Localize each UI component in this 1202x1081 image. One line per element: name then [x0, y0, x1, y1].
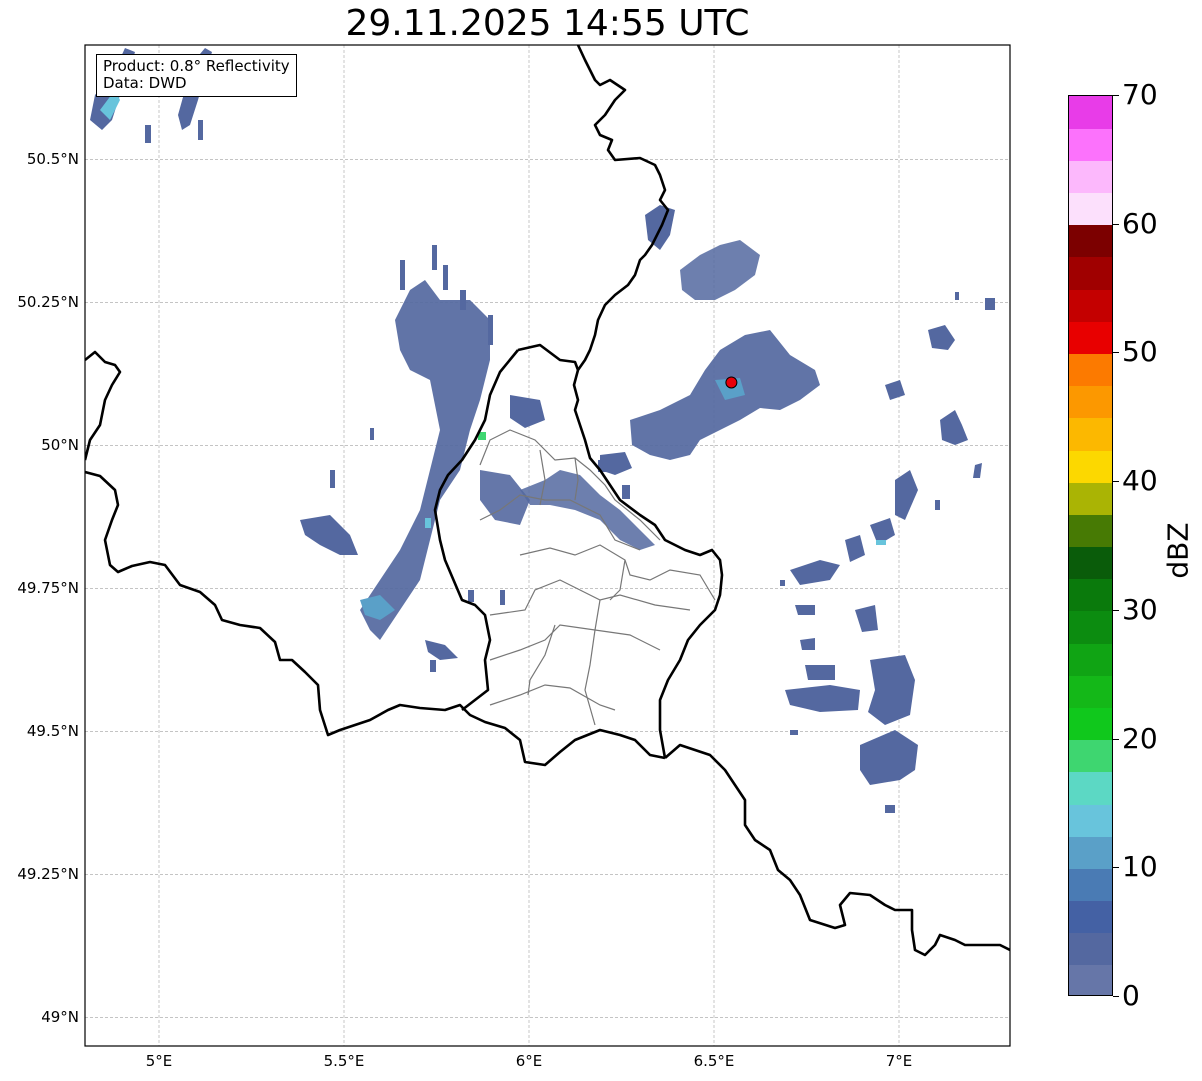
colorbar-segment — [1069, 900, 1112, 934]
colorbar-tick-label: 70 — [1122, 78, 1158, 111]
colorbar-tick-label: 40 — [1122, 464, 1158, 498]
colorbar-segment — [1069, 385, 1112, 419]
colorbar-segment — [1069, 610, 1112, 644]
colorbar-segment — [1069, 836, 1112, 869]
colorbar-segment — [1069, 803, 1112, 837]
colorbar-segment — [1069, 224, 1112, 258]
colorbar-segment — [1069, 739, 1112, 773]
lat-tick-label: 50.5°N — [26, 150, 79, 169]
colorbar-tick-label: 0 — [1122, 979, 1140, 1012]
lon-tick-label: 7°E — [885, 1052, 913, 1070]
lat-tick-label: 49.75°N — [17, 579, 79, 598]
colorbar-segment — [1069, 643, 1112, 676]
colorbar-segment — [1069, 256, 1112, 290]
colorbar-segment — [1069, 546, 1112, 580]
colorbar-segment — [1069, 964, 1112, 995]
colorbar-segment — [1069, 321, 1112, 355]
radar-site-marker[interactable] — [725, 376, 738, 389]
colorbar-tick — [1113, 352, 1119, 354]
lon-tick-label: 6.5°E — [693, 1052, 735, 1070]
product-label: Product: 0.8° Reflectivity — [103, 57, 290, 75]
data-source-label: Data: DWD — [103, 74, 187, 92]
colorbar-segment — [1069, 514, 1112, 548]
colorbar-segment — [1069, 128, 1112, 161]
colorbar-segment — [1069, 932, 1112, 966]
colorbar-tick — [1113, 996, 1119, 997]
lat-tick-label: 50.25°N — [17, 293, 79, 312]
colorbar-tick — [1113, 867, 1119, 869]
lat-tick-label: 49.5°N — [26, 722, 79, 741]
colorbar-segment — [1069, 578, 1112, 612]
lon-tick-label: 6°E — [515, 1052, 543, 1070]
colorbar-tick — [1113, 481, 1119, 483]
lat-tick-label: 49°N — [41, 1008, 79, 1027]
colorbar-tick-label: 60 — [1122, 206, 1158, 240]
colorbar-segment — [1069, 707, 1112, 741]
info-box: Product: 0.8° Reflectivity Data: DWD — [96, 54, 297, 97]
colorbar-segment — [1069, 289, 1112, 322]
colorbar — [1068, 95, 1113, 996]
colorbar-tick-label: 30 — [1122, 592, 1158, 626]
colorbar-segment — [1069, 482, 1112, 515]
colorbar-tick-label: 20 — [1122, 721, 1158, 755]
colorbar-segment — [1069, 868, 1112, 902]
colorbar-segment — [1069, 675, 1112, 708]
colorbar-segment — [1069, 160, 1112, 194]
colorbar-segment — [1069, 192, 1112, 226]
colorbar-tick — [1113, 95, 1119, 96]
colorbar-tick-label: 50 — [1122, 335, 1158, 369]
colorbar-tick — [1113, 609, 1119, 611]
lat-tick-label: 49.25°N — [17, 865, 79, 884]
colorbar-segment — [1069, 417, 1112, 451]
colorbar-segment — [1069, 449, 1112, 483]
lon-tick-label: 5.5°E — [323, 1052, 365, 1070]
radar-map — [84, 44, 1011, 1047]
colorbar-segment — [1069, 771, 1112, 805]
lat-tick-label: 50°N — [41, 436, 79, 455]
colorbar-tick — [1113, 223, 1119, 225]
colorbar-segment — [1069, 96, 1112, 129]
lon-tick-label: 5°E — [145, 1052, 173, 1070]
colorbar-unit-label: dBZ — [1161, 522, 1195, 579]
colorbar-segment — [1069, 353, 1112, 387]
colorbar-tick — [1113, 738, 1119, 740]
colorbar-tick-label: 10 — [1122, 850, 1158, 884]
